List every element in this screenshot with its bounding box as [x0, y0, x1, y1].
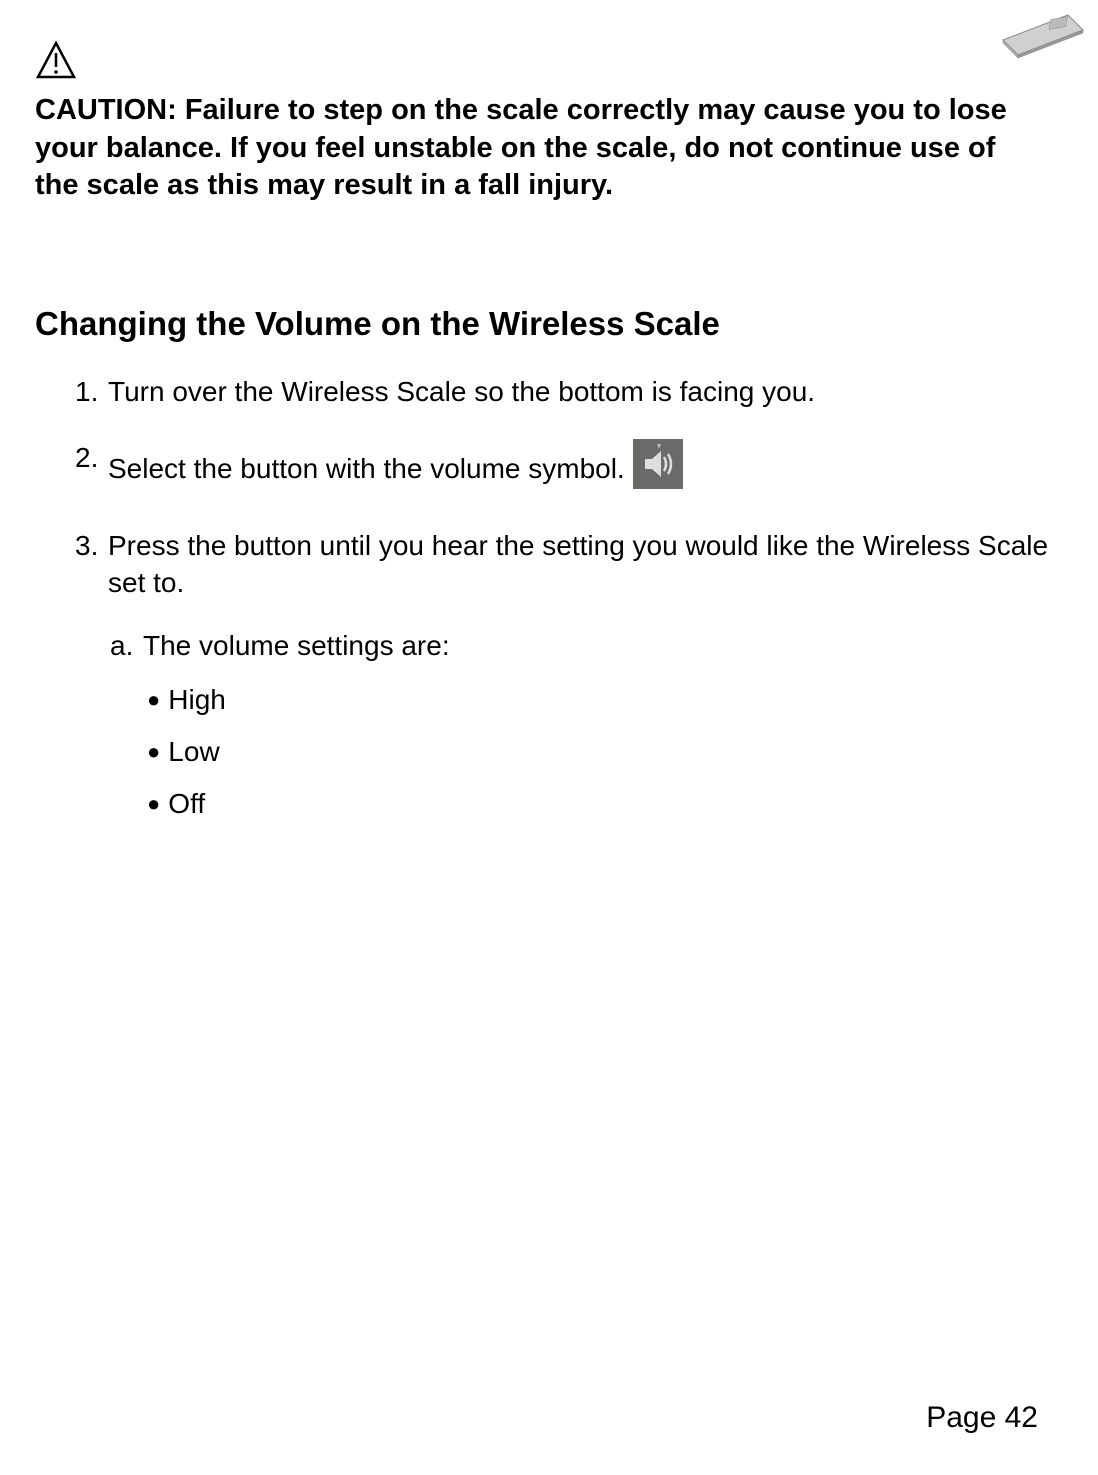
bullet-icon: ● [147, 793, 160, 815]
volume-settings-list: ● High ● Low ● Off [35, 684, 1063, 820]
step-number: 2. [75, 439, 108, 477]
bullet-icon: ● [147, 689, 160, 711]
volume-button-icon [633, 439, 683, 499]
step-text: Press the button until you hear the sett… [108, 527, 1063, 603]
substep-letter: a. [110, 630, 143, 662]
volume-setting-off: ● Off [147, 788, 1063, 820]
step-text: Turn over the Wireless Scale so the bott… [108, 373, 1063, 411]
scale-product-image [973, 5, 1093, 65]
volume-setting-low: ● Low [147, 736, 1063, 768]
step-2: 2. Select the button with the volume sym… [75, 439, 1063, 499]
substeps-list: a. The volume settings are: [35, 630, 1063, 662]
substep-text: The volume settings are: [143, 630, 450, 662]
bullet-text: High [168, 684, 226, 716]
page-number: Page 42 [926, 1401, 1038, 1435]
caution-warning-icon [35, 40, 1063, 87]
steps-list: 1. Turn over the Wireless Scale so the b… [35, 373, 1063, 602]
step-3: 3. Press the button until you hear the s… [75, 527, 1063, 603]
section-heading: Changing the Volume on the Wireless Scal… [35, 305, 1063, 343]
volume-setting-high: ● High [147, 684, 1063, 716]
step-number: 1. [75, 373, 108, 411]
bullet-text: Low [168, 736, 219, 768]
substep-a: a. The volume settings are: [110, 630, 1063, 662]
bullet-icon: ● [147, 741, 160, 763]
step-1: 1. Turn over the Wireless Scale so the b… [75, 373, 1063, 411]
step-text: Select the button with the volume symbol… [108, 450, 625, 488]
bullet-text: Off [168, 788, 205, 820]
caution-text: CAUTION: Failure to step on the scale co… [35, 92, 1063, 205]
step-number: 3. [75, 527, 108, 565]
